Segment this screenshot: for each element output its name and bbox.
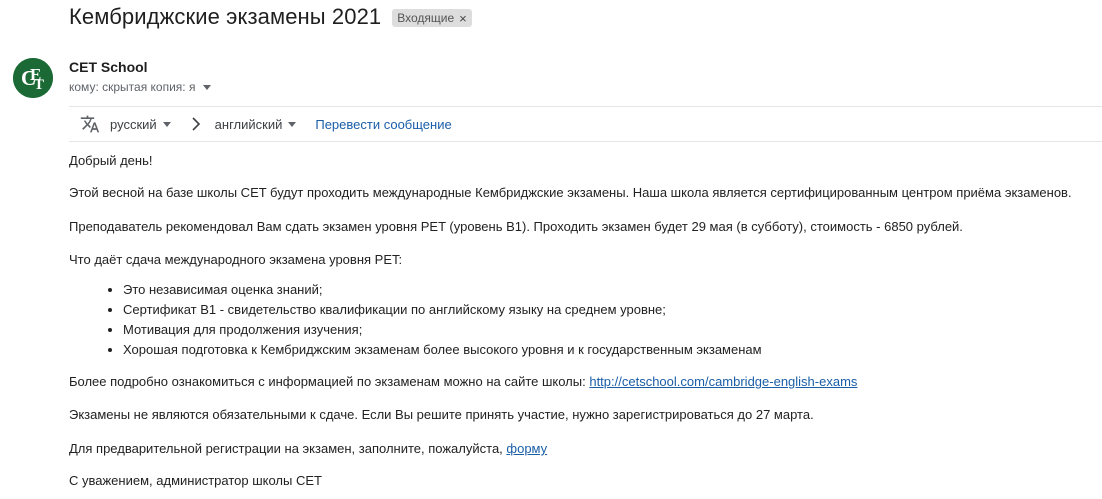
subject-row: Кембриджские экзамены 2021 Входящие × bbox=[69, 2, 472, 32]
info-text: Более подробно ознакомиться с информацие… bbox=[69, 374, 590, 389]
body-paragraph-2: Преподаватель рекомендовал Вам сдать экз… bbox=[69, 219, 963, 234]
benefits-list: Это независимая оценка знаний; Сертифика… bbox=[69, 280, 762, 360]
recipients-text: кому: скрытая копия: я bbox=[69, 80, 196, 94]
exams-site-link[interactable]: http://cetschool.com/cambridge-english-e… bbox=[589, 374, 857, 389]
recipients-dropdown-icon[interactable] bbox=[203, 84, 212, 90]
target-language-select[interactable]: английский bbox=[215, 117, 297, 132]
translate-icon bbox=[80, 114, 100, 134]
translate-bar: русский английский Перевести сообщение bbox=[69, 106, 1102, 142]
body-paragraph-1: Этой весной на базе школы CET будут прох… bbox=[69, 185, 1072, 200]
target-language-label: английский bbox=[214, 116, 283, 132]
remove-label-icon[interactable]: × bbox=[459, 12, 467, 25]
sender-avatar[interactable]: C E T bbox=[13, 58, 53, 98]
greeting: Добрый день! bbox=[69, 153, 153, 168]
body-paragraph-6: Для предварительной регистрации на экзам… bbox=[69, 440, 547, 457]
registration-form-link[interactable]: форму bbox=[506, 441, 547, 456]
translate-message-link[interactable]: Перевести сообщение bbox=[315, 117, 451, 132]
body-paragraph-5: Экзамены не являются обязательными к сда… bbox=[69, 407, 814, 422]
recipients-line[interactable]: кому: скрытая копия: я bbox=[69, 80, 212, 94]
chevron-down-icon bbox=[288, 121, 297, 127]
body-paragraph-4: Более подробно ознакомиться с информацие… bbox=[69, 373, 857, 390]
chevron-down-icon bbox=[162, 121, 171, 127]
list-item: Сертификат B1 - свидетельство квалификац… bbox=[123, 300, 762, 320]
list-item: Хорошая подготовка к Кембриджским экзаме… bbox=[123, 340, 762, 360]
source-language-select[interactable]: русский bbox=[110, 117, 171, 132]
inbox-label-text: Входящие bbox=[397, 11, 455, 25]
signature: С уважением, администратор школы CET bbox=[69, 473, 322, 488]
list-item: Мотивация для продолжения изучения; bbox=[123, 320, 762, 340]
registration-text: Для предварительной регистрации на экзам… bbox=[69, 441, 507, 456]
cet-logo-icon: C E T bbox=[13, 58, 53, 98]
sender-name[interactable]: CET School bbox=[69, 59, 148, 75]
chevron-right-icon bbox=[189, 117, 203, 131]
list-item: Это независимая оценка знаний; bbox=[123, 280, 762, 300]
source-language-label: русский bbox=[110, 116, 157, 132]
inbox-label-chip[interactable]: Входящие × bbox=[392, 9, 472, 27]
body-paragraph-3: Что даёт сдача международного экзамена у… bbox=[69, 252, 403, 267]
email-subject: Кембриджские экзамены 2021 bbox=[69, 4, 382, 29]
svg-text:T: T bbox=[34, 77, 44, 93]
